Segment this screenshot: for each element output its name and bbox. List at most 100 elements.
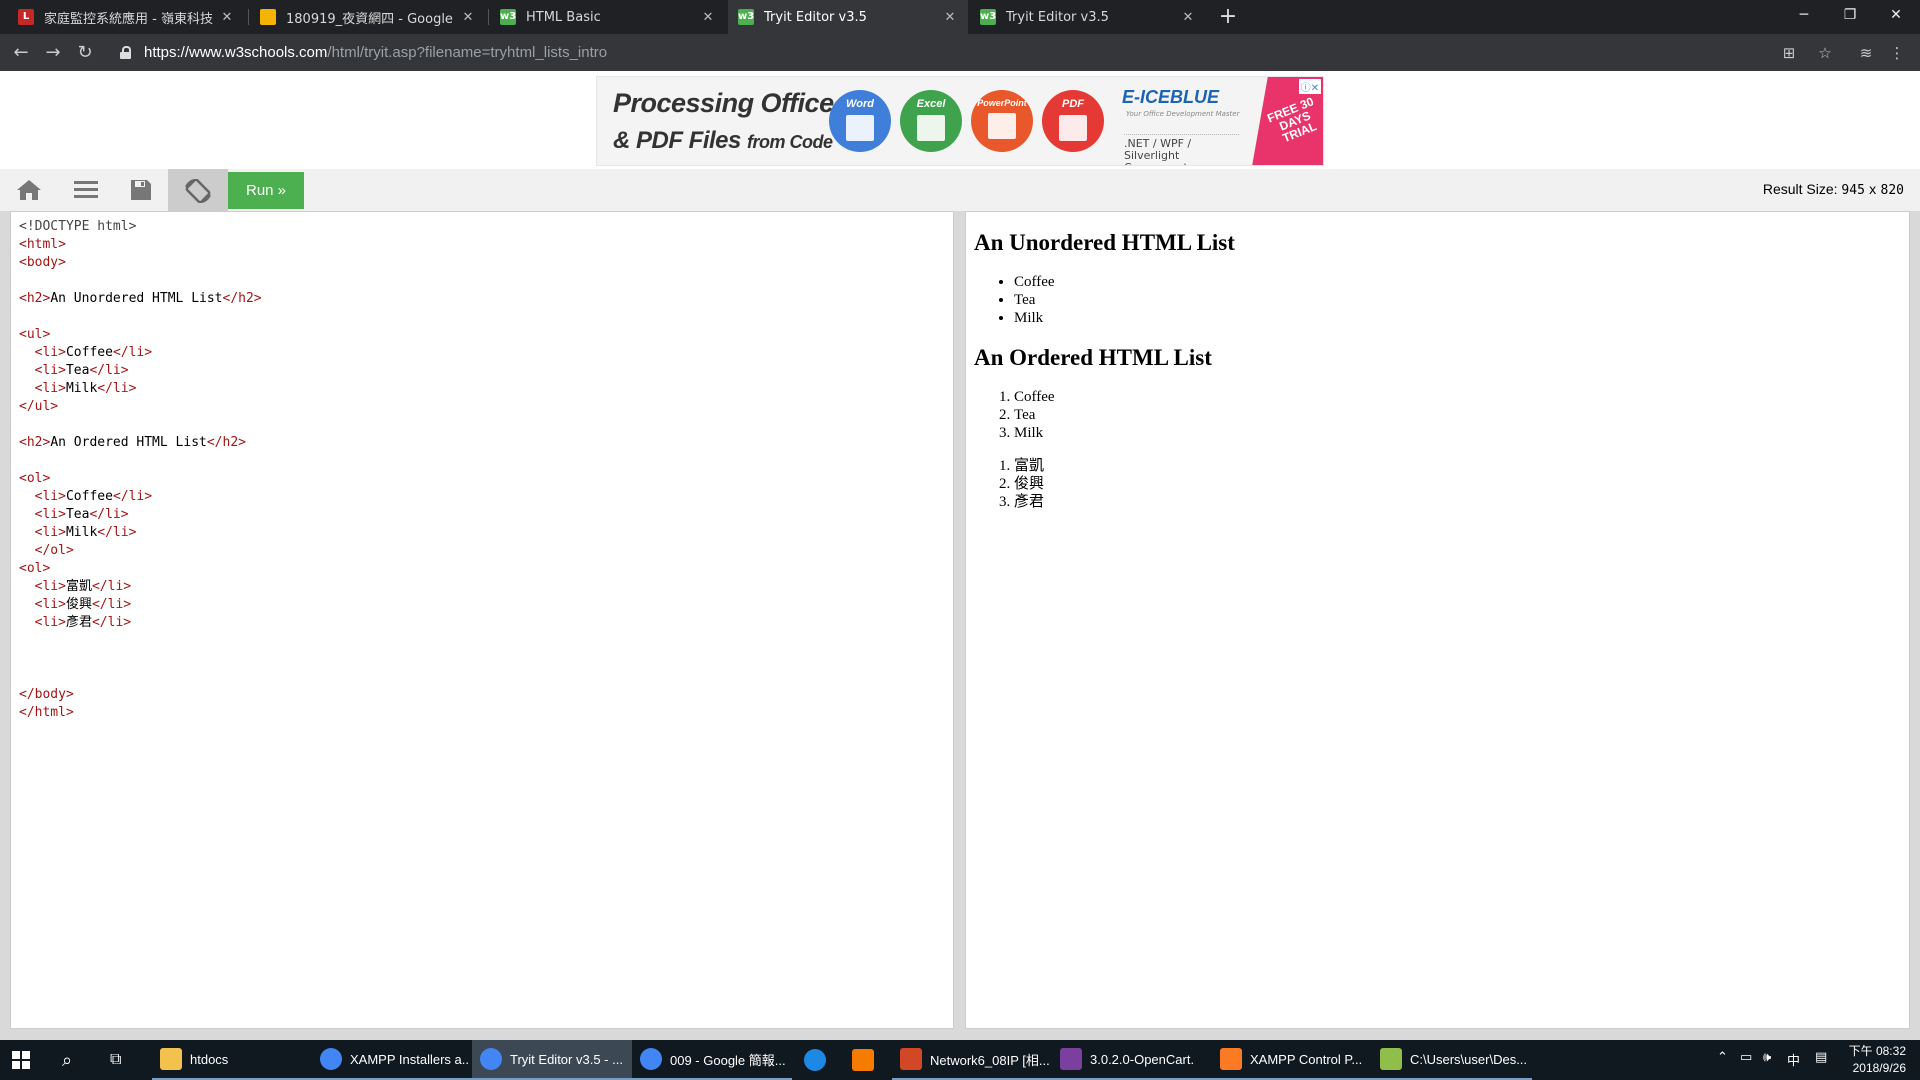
list-item: Tea [1014,406,1901,424]
browser-tab-3-active[interactable]: w3 Tryit Editor v3.5 ✕ [728,0,968,34]
reload-icon[interactable]: ↻ [72,40,98,66]
code-editor[interactable]: <!DOCTYPE html> <html> <body> <h2>An Unorde… [10,211,954,1029]
url-text: https://www.w3schools.com/html/tryit.asp… [144,43,608,61]
list-item: Tea [1014,291,1901,309]
rotate-orientation-icon [185,178,211,204]
bookmark-star-icon[interactable]: ☆ [1814,42,1836,64]
w3schools-icon: w3 [980,9,996,25]
back-arrow-icon[interactable]: ← [8,40,34,66]
new-tab-button[interactable]: + [1214,3,1242,31]
archive-icon [1060,1048,1082,1070]
restore-window-button[interactable]: ❐ [1827,0,1873,30]
run-button[interactable]: Run » [228,172,304,209]
ad-brand: E-ICEBLUE [1122,87,1220,107]
code-line: </html> [19,705,74,720]
menu-kebab-icon[interactable]: ⋮ [1886,42,1908,64]
tryit-workarea: <!DOCTYPE html> <html> <body> <h2>An Unorde… [0,211,1920,1040]
result-pane: An Unordered HTML List Coffee Tea Milk A… [965,211,1910,1029]
save-disk-icon [131,180,151,200]
result-height: 820 [1880,183,1904,198]
start-button[interactable] [4,1040,44,1080]
clock-date: 2018/9/26 [1852,1061,1906,1075]
code-line: <li>Tea</li> [34,363,129,378]
result-width: 945 [1841,183,1865,198]
hamburger-menu-icon [74,181,98,198]
taskbar-app-htdocs[interactable]: htdocs [152,1040,312,1080]
minimize-window-button[interactable]: ─ [1781,0,1827,30]
network-icon[interactable]: ▭ [1740,1050,1752,1065]
save-button[interactable] [114,169,168,211]
notepad-icon [1380,1048,1402,1070]
taskbar-app-powerpoint[interactable]: Network6_08IP [相... [892,1040,1052,1080]
extension-icon[interactable]: ≋ [1855,42,1877,64]
close-window-button[interactable]: ✕ [1873,0,1919,30]
code-line: <body> [19,255,66,270]
code-line: <ol> [19,471,51,486]
browser-tab-0[interactable]: L 家庭監控系統應用 - 嶺東科技大學 ✕ [8,0,245,34]
home-icon [17,180,41,200]
code-line: <li>Tea</li> [34,507,129,522]
result-ordered-list: Coffee Tea Milk [974,388,1901,442]
browser-tab-4[interactable]: w3 Tryit Editor v3.5 ✕ [970,0,1206,34]
clock-time: 下午 08:32 [1848,1044,1906,1058]
tab-close-icon[interactable]: ✕ [219,10,235,25]
change-orientation-button[interactable] [168,169,228,211]
lock-icon [120,46,131,59]
address-bar[interactable]: https://www.w3schools.com/html/tryit.asp… [108,37,1788,67]
w3schools-icon: w3 [500,9,516,25]
ad-close-icon[interactable]: ⓘ✕ [1298,79,1321,94]
app-red-icon: L [18,9,34,25]
home-button[interactable] [2,169,56,211]
code-line: <li>彥君</li> [34,615,132,630]
ad-area: Processing Office & PDF Files from Code … [0,71,1920,169]
ad-platforms: .NET / WPF / Silverlight Components [1124,134,1239,165]
tab-close-icon[interactable]: ✕ [942,10,958,25]
result-second-ordered-list: 富凱 俊興 彥君 [974,457,1901,511]
code-line: <h2>An Ordered HTML List</h2> [19,435,246,450]
chevron-up-icon[interactable]: ⌃ [1717,1050,1728,1065]
tab-close-icon[interactable]: ✕ [700,10,716,25]
code-line: </ul> [19,399,59,414]
tab-title: 家庭監控系統應用 - 嶺東科技大學 [44,11,213,27]
browser-tab-2[interactable]: w3 HTML Basic ✕ [490,0,726,34]
list-item: Coffee [1014,273,1901,291]
tab-title: 180919_夜資網四 - Google 簡報 [286,11,454,27]
code-line: <li>Milk</li> [34,381,137,396]
code-line: <ul> [19,327,51,342]
taskbar-app-chrome-tryit[interactable]: Tryit Editor v3.5 - ... [472,1040,632,1080]
list-item: 富凱 [1014,457,1901,475]
taskbar-pinned-media-player[interactable] [844,1040,884,1080]
browser-toolbar: ← → ↻ https://www.w3schools.com/html/try… [0,34,1920,71]
code-line: <li>富凱</li> [34,579,132,594]
taskbar-app-xampp[interactable]: XAMPP Control P... [1212,1040,1372,1080]
ime-indicator[interactable]: 中 [1787,1050,1800,1069]
notification-icon[interactable]: ▤ [1815,1050,1827,1065]
task-view-icon[interactable]: ⧉ [102,1040,142,1080]
ad-banner[interactable]: Processing Office & PDF Files from Code … [596,76,1324,166]
taskbar-app-notepad[interactable]: C:\Users\user\Des... [1372,1040,1532,1080]
code-line: </ol> [34,543,74,558]
system-clock[interactable]: 下午 08:32 2018/9/26 [1849,1043,1906,1077]
taskbar-app-archive[interactable]: 3.0.2.0-OpenCart. [1052,1040,1212,1080]
pdf-icon: PDF [1042,90,1104,152]
list-item: Milk [1014,309,1901,327]
ad-headline-1: Processing Office [613,88,834,118]
ad-headline-2: & PDF Files from Code [613,127,833,154]
menu-button[interactable] [59,169,113,211]
tab-close-icon[interactable]: ✕ [460,10,476,25]
tab-close-icon[interactable]: ✕ [1180,10,1196,25]
volume-icon[interactable]: 🕪 [1763,1050,1771,1065]
taskbar-pinned-ie[interactable] [796,1040,836,1080]
browser-tab-1[interactable]: 180919_夜資網四 - Google 簡報 ✕ [250,0,486,34]
translate-icon[interactable]: ⊞ [1778,42,1800,64]
taskbar-app-chrome-xampp[interactable]: XAMPP Installers a... [312,1040,472,1080]
chrome-icon [640,1048,662,1070]
code-line: <h2>An Unordered HTML List</h2> [19,291,262,306]
forward-arrow-icon[interactable]: → [40,40,66,66]
search-icon[interactable]: ⌕ [54,1040,94,1080]
taskbar-app-chrome-slides[interactable]: 009 - Google 簡報... [632,1040,792,1080]
word-icon: Word [829,90,891,152]
